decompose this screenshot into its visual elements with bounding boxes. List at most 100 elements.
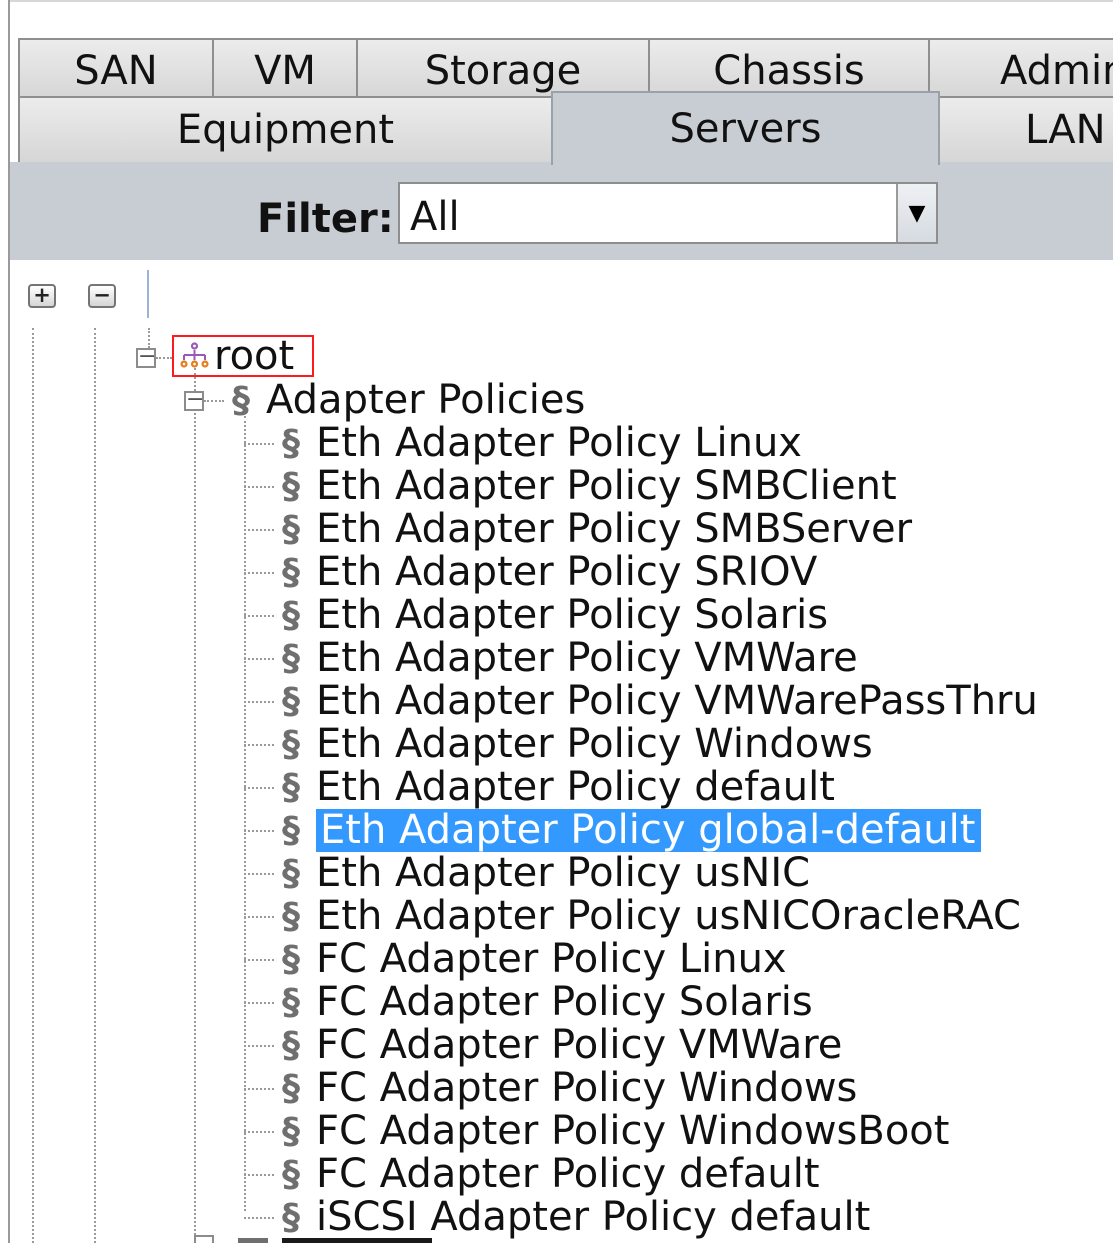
- tab-admin[interactable]: Admin: [928, 38, 1113, 98]
- tree-item-eth-usnicoraclerac[interactable]: § Eth Adapter Policy usNICOracleRAC: [274, 895, 1021, 938]
- tree-item-label: Eth Adapter Policy usNICOracleRAC: [316, 893, 1021, 939]
- tree-item-fc-default[interactable]: § FC Adapter Policy default: [274, 1153, 820, 1196]
- top-strip: [10, 0, 1113, 36]
- tab-equipment[interactable]: Equipment: [18, 96, 553, 162]
- tab-chassis[interactable]: Chassis: [648, 38, 930, 98]
- partial-next-node: [194, 1232, 454, 1243]
- adapter-policies-node[interactable]: § Adapter Policies: [224, 379, 585, 422]
- root-collapse-icon[interactable]: −: [136, 346, 156, 368]
- tree-guide-line: [32, 328, 34, 1243]
- tree-connector: [244, 830, 274, 832]
- tab-storage[interactable]: Storage: [356, 38, 650, 98]
- policy-scroll-icon: §: [282, 680, 300, 722]
- tree-connector: [244, 1131, 274, 1133]
- policy-scroll-icon: §: [282, 766, 300, 808]
- tree-item-label: FC Adapter Policy Solaris: [316, 979, 813, 1025]
- policy-scroll-icon: §: [282, 465, 300, 507]
- policy-scroll-icon: §: [282, 594, 300, 636]
- tree-item-eth-solaris[interactable]: § Eth Adapter Policy Solaris: [274, 594, 828, 637]
- policy-scroll-icon: §: [282, 852, 300, 894]
- filter-value: All: [410, 194, 460, 240]
- tab-label: Servers: [669, 106, 822, 152]
- tree-connector: [244, 529, 274, 531]
- tab-lan[interactable]: LAN: [938, 96, 1113, 162]
- tree-item-fc-solaris[interactable]: § FC Adapter Policy Solaris: [274, 981, 813, 1024]
- tree-guide-line: [194, 368, 196, 1243]
- policy-scroll-icon: §: [282, 809, 300, 851]
- tab-label: SAN: [74, 48, 158, 94]
- tree-item-label: Eth Adapter Policy SMBClient: [316, 463, 897, 509]
- tree-connector: [244, 1174, 274, 1176]
- tree-connector: [204, 400, 224, 402]
- filter-bar: Filter: All ▼: [10, 170, 1113, 260]
- policy-scroll-icon: §: [282, 938, 300, 980]
- tree-item-label: FC Adapter Policy WindowsBoot: [316, 1108, 950, 1154]
- tree-item-eth-sriov[interactable]: § Eth Adapter Policy SRIOV: [274, 551, 817, 594]
- tree-item-fc-windows[interactable]: § FC Adapter Policy Windows: [274, 1067, 857, 1110]
- tree-item-fc-vmware[interactable]: § FC Adapter Policy VMWare: [274, 1024, 842, 1067]
- filter-dropdown[interactable]: All ▼: [398, 182, 938, 244]
- policy-scroll-icon: §: [282, 1110, 300, 1152]
- tree-item-eth-smbclient[interactable]: § Eth Adapter Policy SMBClient: [274, 465, 897, 508]
- policy-scroll-icon: §: [282, 1024, 300, 1066]
- tree-item-eth-global-default[interactable]: § Eth Adapter Policy global-default: [274, 809, 982, 852]
- tree-item-fc-windowsboot[interactable]: § FC Adapter Policy WindowsBoot: [274, 1110, 949, 1153]
- tree-item-label: Eth Adapter Policy default: [316, 764, 835, 810]
- tree-connector: [244, 959, 274, 961]
- tree-connector: [244, 486, 274, 488]
- tree-connector: [244, 443, 274, 445]
- server-policy-tree: − root − § Adapter Policies § Eth Adapte…: [10, 328, 1113, 1243]
- collapsed-node-box: [194, 1235, 214, 1243]
- expand-all-icon[interactable]: +: [28, 284, 56, 308]
- tree-item-label: FC Adapter Policy Linux: [316, 936, 787, 982]
- policy-scroll-icon: §: [282, 723, 300, 765]
- tree-item-label: FC Adapter Policy VMWare: [316, 1022, 843, 1068]
- tree-item-label: FC Adapter Policy default: [316, 1151, 820, 1197]
- tab-label: LAN: [1025, 107, 1106, 153]
- policy-scroll-icon: §: [232, 379, 250, 421]
- tree-connector: [244, 1217, 274, 1219]
- tree-connector: [244, 916, 274, 918]
- tree-item-eth-vmwarepassthru[interactable]: § Eth Adapter Policy VMWarePassThru: [274, 680, 1038, 723]
- tree-item-eth-smbserver[interactable]: § Eth Adapter Policy SMBServer: [274, 508, 912, 551]
- tree-item-eth-linux[interactable]: § Eth Adapter Policy Linux: [274, 422, 802, 465]
- tab-label: Chassis: [713, 48, 865, 94]
- tree-toolbar: + −: [10, 260, 1113, 328]
- tree-item-eth-windows[interactable]: § Eth Adapter Policy Windows: [274, 723, 873, 766]
- tree-item-label: Eth Adapter Policy usNIC: [316, 850, 811, 896]
- tab-label: Storage: [424, 48, 582, 94]
- tree-connector: [244, 658, 274, 660]
- policy-scroll-icon: §: [282, 1067, 300, 1109]
- root-node-highlight[interactable]: root: [172, 335, 314, 377]
- tree-item-eth-vmware[interactable]: § Eth Adapter Policy VMWare: [274, 637, 858, 680]
- tab-servers[interactable]: Servers: [551, 91, 940, 165]
- tree-item-label: Eth Adapter Policy SRIOV: [316, 549, 818, 595]
- tree-connector: [244, 873, 274, 875]
- adapter-policies-label: Adapter Policies: [266, 377, 586, 423]
- dropdown-arrow-icon[interactable]: ▼: [896, 184, 936, 242]
- tree-item-label: FC Adapter Policy Windows: [316, 1065, 858, 1111]
- policy-scroll-icon: §: [282, 1153, 300, 1195]
- cropped-tree-label: [282, 1238, 432, 1243]
- adapter-policies-collapse-icon[interactable]: −: [184, 389, 204, 411]
- policy-scroll-icon: §: [282, 637, 300, 679]
- tree-connector: [244, 1045, 274, 1047]
- policy-scroll-icon: §: [282, 981, 300, 1023]
- tree-connector: [244, 615, 274, 617]
- root-node-label: root: [214, 333, 295, 379]
- filter-label: Filter:: [257, 196, 394, 242]
- tree-item-fc-linux[interactable]: § FC Adapter Policy Linux: [274, 938, 787, 981]
- tree-item-label: Eth Adapter Policy Windows: [316, 721, 873, 767]
- tree-item-eth-default[interactable]: § Eth Adapter Policy default: [274, 766, 835, 809]
- tree-item-label: Eth Adapter Policy Solaris: [316, 592, 829, 638]
- tree-connector: [244, 787, 274, 789]
- tab-label: Equipment: [176, 107, 395, 153]
- policy-scroll-icon: §: [282, 508, 300, 550]
- collapse-all-icon[interactable]: −: [88, 284, 116, 308]
- tree-item-eth-usnic[interactable]: § Eth Adapter Policy usNIC: [274, 852, 810, 895]
- tree-connector: [244, 1002, 274, 1004]
- org-tree-icon: [180, 341, 209, 368]
- tree-item-label: Eth Adapter Policy SMBServer: [316, 506, 913, 552]
- tab-san[interactable]: SAN: [18, 38, 214, 98]
- tab-vm[interactable]: VM: [212, 38, 358, 98]
